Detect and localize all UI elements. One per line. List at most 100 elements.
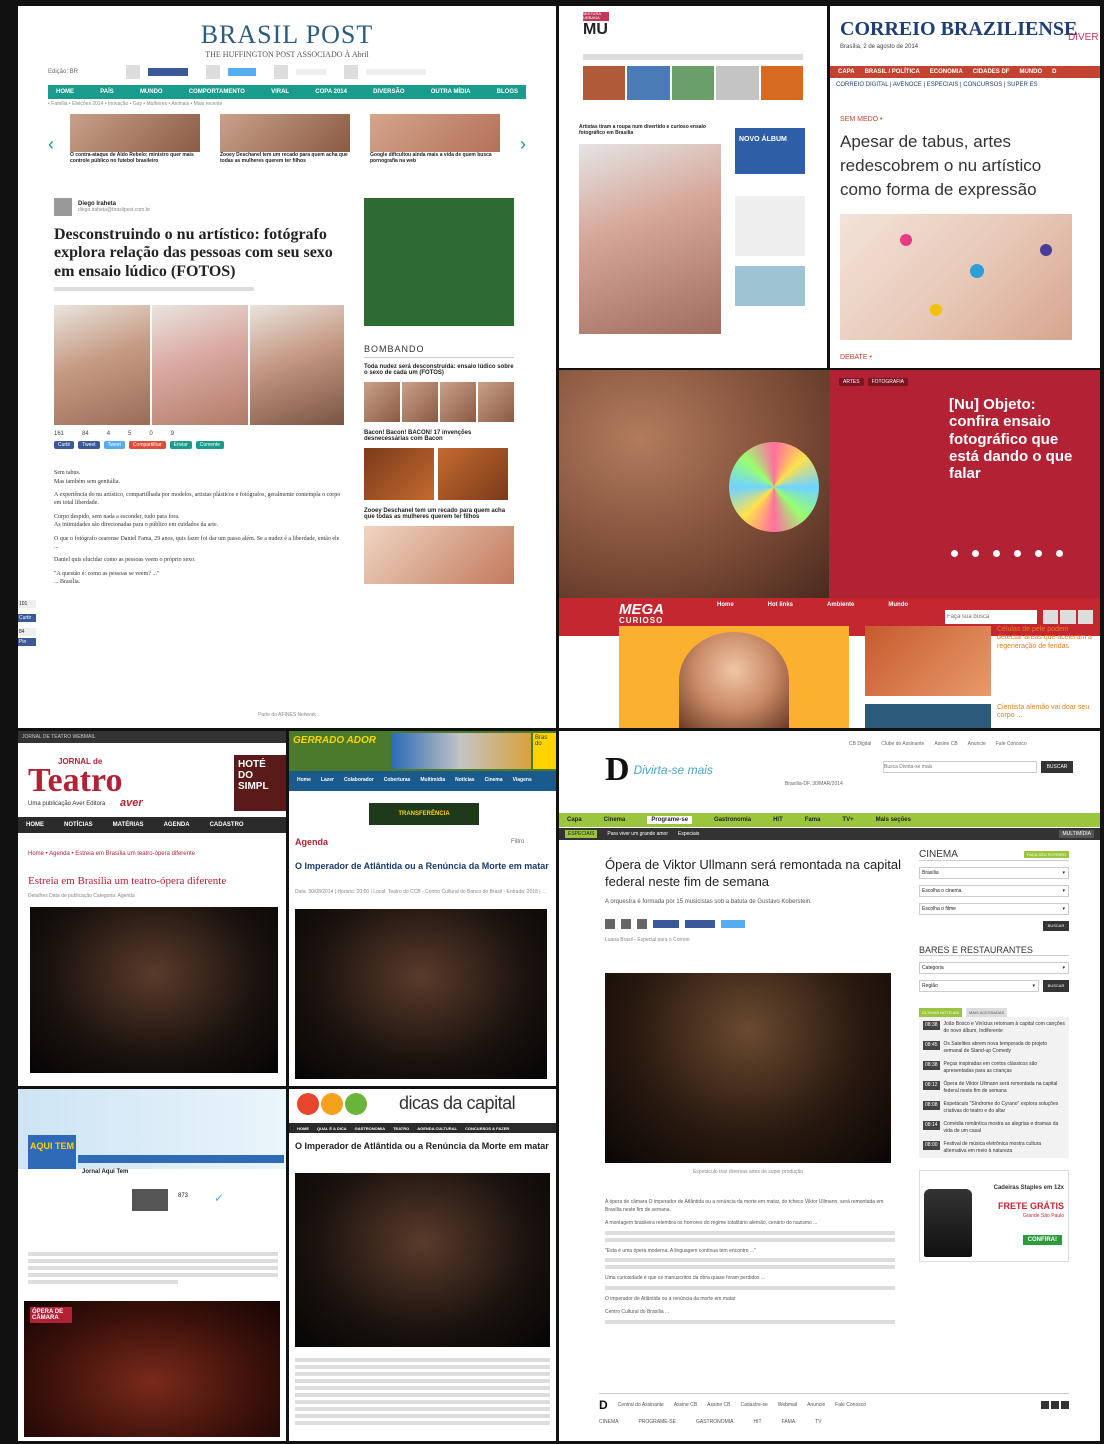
nav-cidades[interactable]: CIDADES DF bbox=[973, 69, 1010, 75]
nav-viral[interactable]: VIRAL bbox=[271, 89, 289, 95]
send-button[interactable]: Enviar bbox=[169, 441, 192, 450]
nav-cinema[interactable]: Cinema bbox=[604, 817, 626, 823]
footer-link[interactable]: Webmail bbox=[778, 1402, 797, 1408]
search-icon[interactable] bbox=[1043, 610, 1059, 624]
list-item[interactable]: 08:08 Espetáculo "Síndrome do Cyrano" exp… bbox=[923, 1101, 1065, 1114]
tweet-button[interactable] bbox=[721, 920, 745, 928]
nav-blogs[interactable]: BLOGS bbox=[497, 89, 518, 95]
search-icon[interactable] bbox=[344, 65, 359, 79]
nav-multimidia[interactable]: Multimídia bbox=[420, 777, 445, 783]
nav-gastronomia[interactable]: GASTRONOMIA bbox=[355, 1126, 385, 1131]
nav-capa[interactable]: Capa bbox=[567, 817, 582, 823]
nav-home[interactable]: Home bbox=[297, 777, 311, 783]
nav-qual-dica[interactable]: QUAL É A DICA bbox=[317, 1126, 347, 1131]
footer-nav-link[interactable]: CINEMA bbox=[599, 1419, 618, 1425]
font-size-icon[interactable] bbox=[605, 919, 615, 929]
list-item[interactable]: 08:38 João Bosco e Vinícius retornam à ca… bbox=[923, 1021, 1065, 1034]
carousel-item[interactable]: Zooey Deschanel tem um recado para quem … bbox=[220, 113, 350, 164]
mu-nav[interactable] bbox=[583, 54, 803, 60]
share-button[interactable] bbox=[685, 920, 715, 928]
mega-logo[interactable]: MEGA CURIOSO bbox=[619, 602, 664, 625]
search-input[interactable] bbox=[945, 610, 1037, 624]
footer-link[interactable]: Cadastre-se bbox=[741, 1402, 768, 1408]
multimedia-tab[interactable]: MULTIMÍDIA bbox=[1059, 830, 1094, 838]
carousel-dot[interactable] bbox=[1014, 550, 1021, 557]
comment-button[interactable]: Comente bbox=[195, 441, 225, 450]
subnav-especiais[interactable]: ESPECIAIS bbox=[565, 830, 598, 838]
tab-latest[interactable]: ÚLTIMAS NOTÍCIAS bbox=[919, 1008, 963, 1017]
dicas-logo[interactable]: dicas da capital bbox=[399, 1093, 516, 1114]
brasil-post-logo[interactable]: BRASIL POST bbox=[18, 20, 556, 50]
carousel-next-icon[interactable]: › bbox=[520, 134, 526, 155]
bares-search-button[interactable]: BUSCAR bbox=[1043, 980, 1069, 992]
city-select[interactable]: Brasília ▾ bbox=[919, 867, 1069, 879]
facebook-icon[interactable] bbox=[1041, 1401, 1049, 1409]
tweet-button[interactable]: Tweet bbox=[78, 441, 100, 450]
side-story[interactable]: Cientista alemão vai doar seu corpo ... bbox=[997, 704, 1092, 721]
nav-home[interactable]: HOME bbox=[26, 822, 44, 828]
nav-pais[interactable]: PAÍS bbox=[100, 89, 114, 95]
twitter-icon[interactable] bbox=[1060, 610, 1076, 624]
nav-more[interactable]: D bbox=[1052, 69, 1056, 75]
nav-mais-secoes[interactable]: Mais seções bbox=[876, 817, 911, 823]
nav-colaborador[interactable]: Colaborador bbox=[344, 777, 374, 783]
nav-noticias[interactable]: NOTÍCIAS bbox=[64, 822, 93, 828]
film-select[interactable]: Escolha o filme ▾ bbox=[919, 903, 1069, 915]
nav-copa[interactable]: COPA 2014 bbox=[315, 89, 347, 95]
agenda-logo[interactable]: GERRADO ADOR bbox=[293, 735, 376, 746]
list-item[interactable]: 08:00 Festival de música eletrônica mostr… bbox=[923, 1141, 1065, 1154]
footer-nav-link[interactable]: HIT bbox=[753, 1419, 761, 1425]
carousel-dot[interactable] bbox=[951, 550, 958, 557]
share-button[interactable]: Compartilhar bbox=[128, 441, 166, 450]
search-input[interactable] bbox=[883, 761, 1037, 773]
tweet-button[interactable]: Tweet bbox=[103, 441, 125, 450]
carousel-item[interactable]: O contra-ataque de Aldo Rebelo: ministro… bbox=[70, 113, 200, 164]
topnav-link[interactable]: Anuncie bbox=[968, 741, 986, 747]
nav-concursos[interactable]: CONCURSOS & FAZER bbox=[465, 1126, 509, 1131]
list-item[interactable]: 08:12 Ópera de Viktor Ullmann será remont… bbox=[923, 1081, 1065, 1094]
mu-album-badge[interactable]: NOVO ÁLBUM bbox=[735, 128, 805, 174]
topnav-link[interactable]: Fale Conosco bbox=[996, 741, 1027, 747]
nav-capa[interactable]: CAPA bbox=[838, 69, 855, 75]
footer-link[interactable]: Anuncie bbox=[807, 1402, 825, 1408]
carousel-item[interactable]: Google dificultou ainda mais a vida de q… bbox=[370, 113, 500, 164]
cinema-search-button[interactable]: BUSCAR bbox=[1043, 921, 1069, 931]
correio-subnav[interactable]: CORREIO DIGITAL | AVENOCE | ESPECIAIS | … bbox=[836, 82, 1038, 88]
nav-cadastro[interactable]: CADASTRO bbox=[210, 822, 244, 828]
ad-banner[interactable] bbox=[364, 198, 514, 326]
twitter-icon[interactable]: ✓ bbox=[214, 1191, 228, 1205]
author-email[interactable]: diego.iraheta@brasilpost.com.br bbox=[78, 207, 150, 214]
footer-nav-link[interactable]: FAMA bbox=[782, 1419, 796, 1425]
nav-viagens[interactable]: Viagens bbox=[513, 777, 532, 783]
topnav-link[interactable]: Clube do Assinante bbox=[881, 741, 924, 747]
twitter-follow-button[interactable] bbox=[228, 68, 257, 76]
tag[interactable]: ARTES bbox=[839, 378, 864, 386]
side-pin-button[interactable]: Pin bbox=[18, 638, 36, 646]
tag[interactable]: FOTOGRAFIA bbox=[867, 378, 909, 386]
list-item[interactable]: 08:38 Peças inspiradas em contos clássico… bbox=[923, 1061, 1065, 1074]
aqui-logo[interactable]: AQUI TEM bbox=[28, 1135, 76, 1169]
rss-icon[interactable] bbox=[1061, 1401, 1069, 1409]
mega-headline[interactable]: [Nu] Objeto: confira ensaio fotográfico … bbox=[949, 396, 1089, 482]
carousel-dot[interactable] bbox=[972, 550, 979, 557]
facebook-icon[interactable] bbox=[126, 65, 141, 79]
category-select[interactable]: Categoria ▾ bbox=[919, 962, 1069, 974]
edition-select[interactable]: Edição: BR bbox=[48, 69, 78, 75]
nav-comportamento[interactable]: COMPORTAMENTO bbox=[189, 89, 245, 95]
footer-logo[interactable]: D bbox=[599, 1398, 608, 1412]
subnav-link[interactable]: Especiais bbox=[678, 831, 699, 837]
twitter-icon[interactable] bbox=[1051, 1401, 1059, 1409]
carousel-dot[interactable] bbox=[1056, 550, 1063, 557]
side-story[interactable]: Células de pele podem detectar áreas que… bbox=[997, 626, 1092, 651]
nav-noticias[interactable]: Notícias bbox=[455, 777, 474, 783]
list-item[interactable]: 08:14 Comédia romântica mostra as alegria… bbox=[923, 1121, 1065, 1134]
nav-economia[interactable]: ECONOMIA bbox=[930, 69, 963, 75]
nav-hit[interactable]: HIT bbox=[773, 817, 783, 823]
nav-home[interactable]: Home bbox=[717, 602, 734, 608]
carousel-dot[interactable] bbox=[1035, 550, 1042, 557]
footer-nav-link[interactable]: TV bbox=[815, 1419, 821, 1425]
nav-cinema[interactable]: Cinema bbox=[485, 777, 503, 783]
correio-logo[interactable]: CORREIO BRAZILIENSE bbox=[840, 18, 1077, 41]
cinema-badge[interactable]: FAÇA SEU ROTEIRO bbox=[1024, 851, 1069, 858]
list-item[interactable]: 08:45 Os Satelites abrem nova temporada d… bbox=[923, 1041, 1065, 1054]
